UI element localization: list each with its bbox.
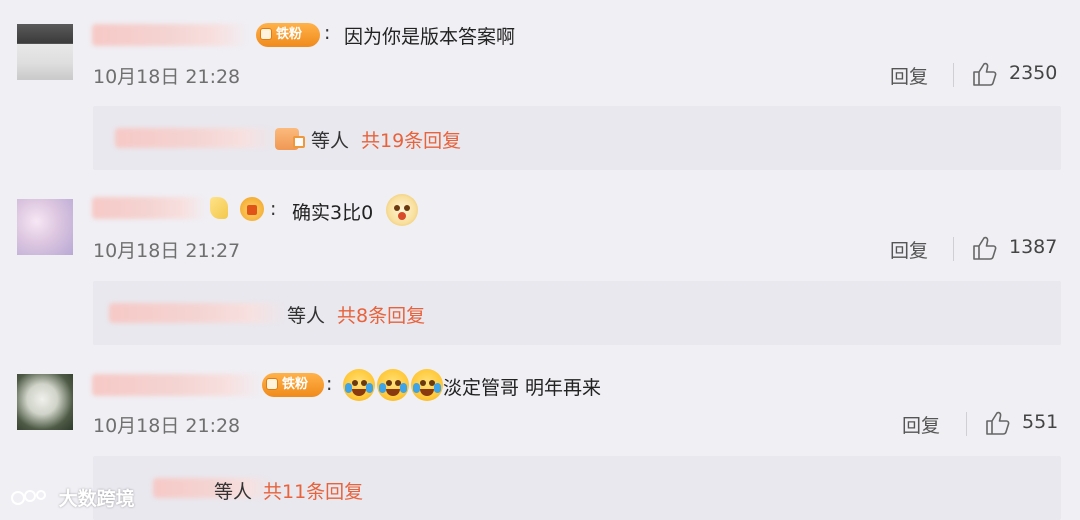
reply-count-link[interactable]: 共19条回复 xyxy=(361,126,461,153)
action-divider xyxy=(953,63,954,87)
fan-badge: 铁粉 xyxy=(256,23,320,47)
ribbon-badge-icon xyxy=(210,197,228,219)
fan-badge-label: 铁粉 xyxy=(276,27,303,42)
comment-timestamp: 10月18日 21:27 xyxy=(93,240,241,262)
thumbs-up-icon[interactable] xyxy=(972,61,998,87)
like-count: 2350 xyxy=(1009,62,1058,84)
thumbs-up-icon[interactable] xyxy=(985,410,1011,436)
laugh-crying-emoji-icon xyxy=(343,369,375,401)
reply-thread-box[interactable]: 等人 共8条回复 xyxy=(93,281,1061,345)
comment-text: 因为你是版本答案啊 xyxy=(344,26,516,48)
reply-others-label: 等人 xyxy=(214,481,253,503)
action-divider xyxy=(966,412,967,436)
avatar[interactable] xyxy=(17,199,73,255)
comment-timestamp: 10月18日 21:28 xyxy=(93,66,241,88)
reply-thread-box[interactable]: 等人 共19条回复 xyxy=(93,106,1061,170)
laugh-crying-emoji-icon xyxy=(377,369,409,401)
blurred-replier-name xyxy=(153,478,271,498)
reply-button[interactable]: 回复 xyxy=(890,236,928,263)
reply-others-label: 等人 xyxy=(287,305,326,327)
watermark-logo-icon xyxy=(11,490,46,505)
like-count: 1387 xyxy=(1009,236,1058,258)
replier-badge-icon xyxy=(275,128,305,150)
thumbs-up-icon[interactable] xyxy=(972,235,998,261)
reply-others-label: 等人 xyxy=(311,130,350,152)
comment-text: 确实3比0 xyxy=(292,202,374,224)
comment-colon: : xyxy=(324,22,331,44)
blurred-replier-name xyxy=(115,128,275,148)
reply-count-link[interactable]: 共8条回复 xyxy=(337,301,425,328)
crown-badge-icon xyxy=(240,197,264,221)
doge-emoji-icon xyxy=(386,194,418,226)
blurred-username[interactable] xyxy=(92,197,206,219)
laugh-crying-emoji-icon xyxy=(411,369,443,401)
blurred-username[interactable] xyxy=(92,374,262,396)
reply-button[interactable]: 回复 xyxy=(902,411,940,438)
comment-colon: : xyxy=(270,198,277,220)
comment-colon: : xyxy=(326,373,333,395)
blurred-username[interactable] xyxy=(92,24,248,46)
fan-badge: 铁粉 xyxy=(262,373,324,397)
like-count: 551 xyxy=(1022,411,1059,433)
reply-button[interactable]: 回复 xyxy=(890,62,928,89)
avatar[interactable] xyxy=(17,374,73,430)
reply-thread-box[interactable]: 等人 共11条回复 xyxy=(93,456,1061,520)
avatar[interactable] xyxy=(17,24,73,80)
watermark-text: 大数跨境 xyxy=(58,488,135,510)
comment-text: 淡定管哥 明年再来 xyxy=(443,377,602,399)
watermark: 大数跨境 xyxy=(10,484,135,514)
fan-badge-label: 铁粉 xyxy=(282,377,309,392)
comment-timestamp: 10月18日 21:28 xyxy=(93,415,241,437)
blurred-replier-name xyxy=(109,303,285,323)
action-divider xyxy=(953,237,954,261)
reply-count-link[interactable]: 共11条回复 xyxy=(263,477,363,504)
